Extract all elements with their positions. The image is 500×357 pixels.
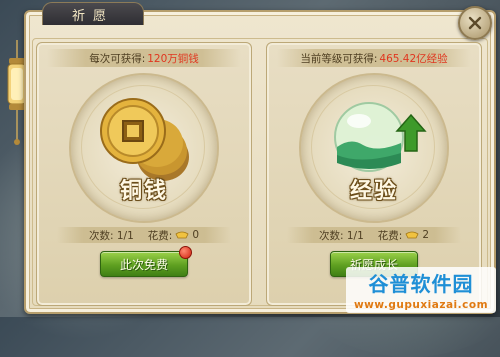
free-pray-button[interactable]: 此次免费 (100, 246, 192, 277)
exp-gain-prefix: 当前等级可获得: (300, 52, 378, 65)
coin-info-row: 次数: 1/1 花费: 0 (57, 227, 231, 243)
exp-info-row: 次数: 1/1 花费: 2 (287, 227, 461, 243)
close-button[interactable] (458, 6, 492, 40)
free-pray-label: 此次免费 (119, 257, 168, 272)
watermark-title: 谷普软件园 (368, 272, 474, 296)
window-title: 祈愿 (71, 8, 114, 24)
exp-cost-label: 花费: (377, 229, 403, 242)
copper-coin-card: 每次可获得: 120万铜钱 铜钱 次数: 1/1 花费: 0 此次免费 (36, 42, 252, 306)
coin-gain-text: 每次可获得: 120万铜钱 (47, 49, 241, 67)
exp-count: 次数: 1/1 (318, 229, 364, 242)
site-watermark: 谷普软件园 www.gupuxiazai.com (346, 267, 496, 313)
coin-label: 铜钱 (119, 179, 168, 204)
coin-orb: 铜钱 (69, 73, 219, 223)
window-title-tab: 祈愿 (42, 2, 144, 25)
exp-gain-value: 465.42亿经验 (379, 52, 448, 65)
watermark-url: www.gupuxiazai.com (353, 299, 489, 311)
exp-orb: 经验 (299, 73, 449, 223)
exp-label: 经验 (349, 179, 398, 204)
gold-ingot-icon (405, 231, 419, 239)
exp-cost-value: 2 (422, 229, 429, 241)
gold-ingot-icon (175, 231, 189, 239)
red-dot-badge (179, 246, 192, 259)
coin-gain-prefix: 每次可获得: (89, 52, 146, 65)
exp-gain-text: 当前等级可获得: 465.42亿经验 (277, 49, 471, 67)
coin-cost-value: 0 (192, 229, 199, 241)
coin-gain-value: 120万铜钱 (147, 52, 199, 65)
close-icon (468, 16, 482, 30)
coin-count: 次数: 1/1 (88, 229, 134, 242)
coin-cost-label: 花费: (147, 229, 173, 242)
